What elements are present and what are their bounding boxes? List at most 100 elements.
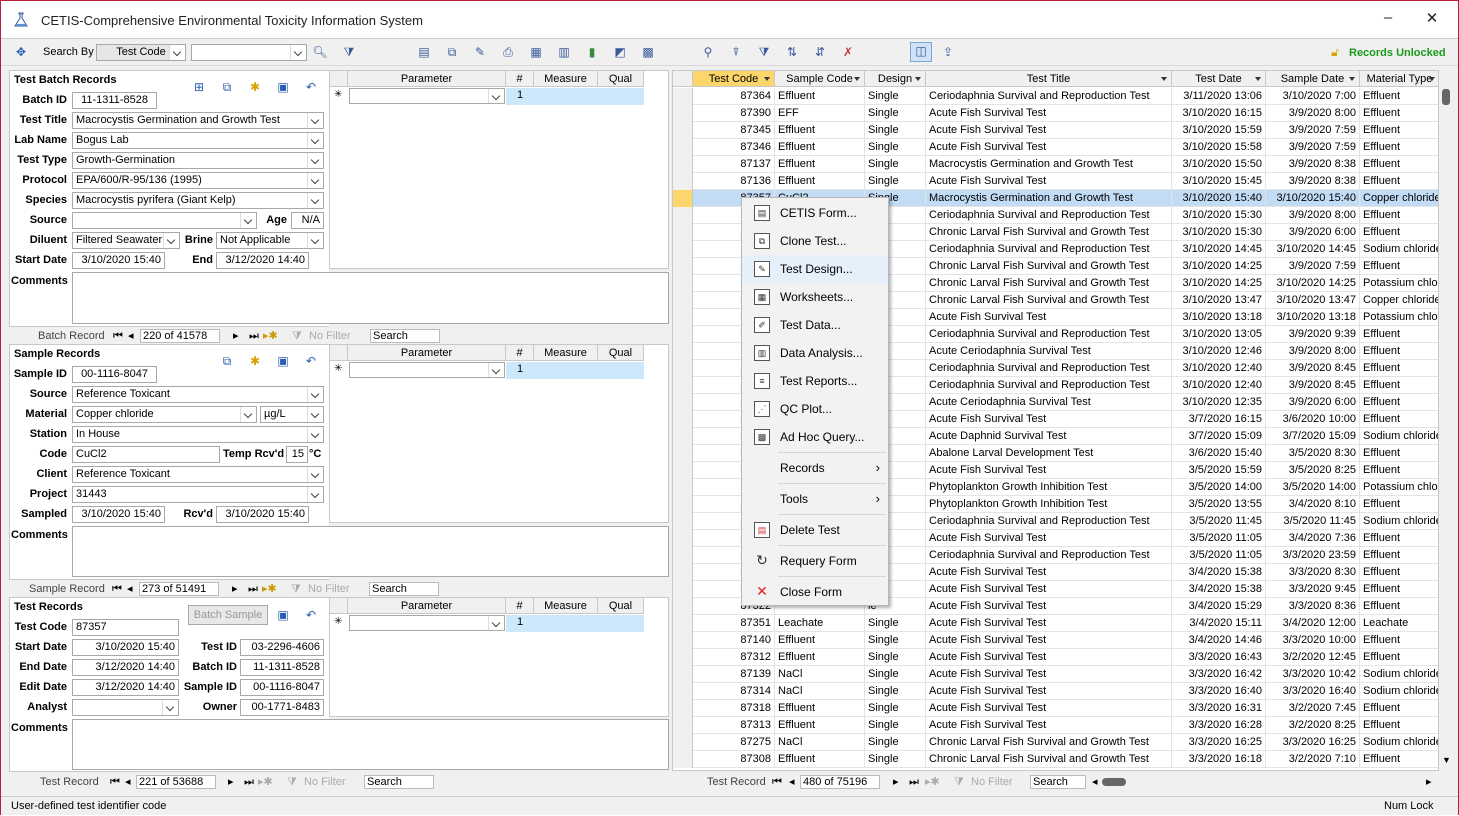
test-date-cell[interactable]: 3/7/2020 15:09 xyxy=(1172,428,1266,445)
sample-date-cell[interactable]: 3/3/2020 8:30 xyxy=(1266,564,1360,581)
row-selector[interactable] xyxy=(673,513,693,530)
material-type-cell[interactable]: Effluent xyxy=(1360,139,1438,156)
row-selector[interactable] xyxy=(673,258,693,275)
remove-filter-icon[interactable]: ✗ xyxy=(840,44,856,60)
menu-item-worksheets[interactable]: ▦ Worksheets... xyxy=(742,283,888,311)
test-code-cell[interactable]: 87345 xyxy=(693,122,775,139)
test-date-cell[interactable]: 3/10/2020 12:40 xyxy=(1172,360,1266,377)
material-type-cell[interactable]: Effluent xyxy=(1360,598,1438,615)
material-type-cell[interactable]: Effluent xyxy=(1360,224,1438,241)
new-row[interactable]: 1 xyxy=(506,362,644,379)
test-date-cell[interactable]: 3/10/2020 13:47 xyxy=(1172,292,1266,309)
test-date-cell[interactable]: 3/10/2020 15:45 xyxy=(1172,173,1266,190)
design-cell[interactable]: Single xyxy=(865,632,926,649)
design-cell[interactable]: Single xyxy=(865,88,926,105)
test-date-cell[interactable]: 3/5/2020 11:45 xyxy=(1172,513,1266,530)
code-field[interactable]: CuCl2 xyxy=(72,446,220,463)
material-type-column-header[interactable]: Material Type xyxy=(1360,71,1438,87)
material-type-cell[interactable]: Effluent xyxy=(1360,258,1438,275)
design-icon[interactable]: ✎ xyxy=(472,44,488,60)
material-type-cell[interactable]: Effluent xyxy=(1360,530,1438,547)
sample-code-column-header[interactable]: Sample Code xyxy=(775,71,865,87)
row-selector[interactable] xyxy=(673,547,693,564)
start-date-field[interactable]: 3/10/2020 15:40 xyxy=(72,252,165,269)
source-select[interactable] xyxy=(72,212,257,229)
test-title-cell[interactable]: Acute Fish Survival Test xyxy=(926,649,1172,666)
sample-date-cell[interactable]: 3/3/2020 8:36 xyxy=(1266,598,1360,615)
sample-date-cell[interactable]: 3/10/2020 13:18 xyxy=(1266,309,1360,326)
row-selector[interactable] xyxy=(673,411,693,428)
client-select[interactable]: Reference Toxicant xyxy=(72,466,324,483)
test-title-cell[interactable]: Acute Fish Survival Test xyxy=(926,309,1172,326)
table-row[interactable]: 87137 Effluent Single Macrocystis Germinati… xyxy=(673,156,1438,173)
test-title-cell[interactable]: Ceriodaphnia Survival and Reproduction T… xyxy=(926,241,1172,258)
scroll-right-icon[interactable]: ▸ xyxy=(1426,774,1432,790)
table-row[interactable]: 87364 Effluent Single Ceriodaphnia Survival… xyxy=(673,88,1438,105)
row-selector[interactable] xyxy=(673,530,693,547)
sample-code-cell[interactable]: Effluent xyxy=(775,649,865,666)
test-title-cell[interactable]: Chronic Larval Fish Survival and Growth … xyxy=(926,275,1172,292)
diluent-select[interactable]: Filtered Seawater xyxy=(72,232,180,249)
row-selector[interactable] xyxy=(673,139,693,156)
row-selector[interactable] xyxy=(673,649,693,666)
table-row[interactable]: 87318 Effluent Single Acute Fish Survival T… xyxy=(673,700,1438,717)
previous-record-button[interactable]: ◂ xyxy=(128,328,134,344)
filter-icon[interactable]: ⧩ xyxy=(341,44,357,60)
undo-sample-icon[interactable]: ↶ xyxy=(303,353,319,369)
row-selector[interactable] xyxy=(673,394,693,411)
material-type-cell[interactable]: Effluent xyxy=(1360,156,1438,173)
test-code-cell[interactable]: 87139 xyxy=(693,666,775,683)
test-date-cell[interactable]: 3/4/2020 15:11 xyxy=(1172,615,1266,632)
last-record-button[interactable]: ⏭ xyxy=(244,774,254,790)
sample-code-cell[interactable]: Effluent xyxy=(775,156,865,173)
test-date-cell[interactable]: 3/4/2020 15:38 xyxy=(1172,564,1266,581)
material-type-cell[interactable]: Effluent xyxy=(1360,751,1438,768)
test-title-cell[interactable]: Chronic Larval Fish Survival and Growth … xyxy=(926,224,1172,241)
row-selector[interactable] xyxy=(673,700,693,717)
test-title-column-header[interactable]: Test Title xyxy=(926,71,1172,87)
test-title-cell[interactable]: Ceriodaphnia Survival and Reproduction T… xyxy=(926,207,1172,224)
design-column-header[interactable]: Design xyxy=(865,71,926,87)
test-date-cell[interactable]: 3/3/2020 16:42 xyxy=(1172,666,1266,683)
new-record-button[interactable]: ▸✱ xyxy=(925,774,940,790)
test-date-cell[interactable]: 3/10/2020 16:15 xyxy=(1172,105,1266,122)
row-selector[interactable] xyxy=(673,105,693,122)
grid-position-field[interactable]: 480 of 75196 xyxy=(800,775,880,789)
test-date-cell[interactable]: 3/3/2020 16:25 xyxy=(1172,734,1266,751)
design-cell[interactable]: Single xyxy=(865,666,926,683)
navigate-icon[interactable]: ✥ xyxy=(13,44,29,60)
row-selector[interactable] xyxy=(673,666,693,683)
menu-item-delete-test[interactable]: ▤ Delete Test xyxy=(742,516,888,544)
test-date-cell[interactable]: 3/10/2020 14:25 xyxy=(1172,275,1266,292)
test-date-cell[interactable]: 3/5/2020 13:55 xyxy=(1172,496,1266,513)
previous-record-button[interactable]: ◂ xyxy=(789,774,795,790)
sample-code-cell[interactable]: Leachate xyxy=(775,615,865,632)
test-code-cell[interactable]: 87390 xyxy=(693,105,775,122)
form-icon[interactable]: ▤ xyxy=(416,44,432,60)
material-type-cell[interactable]: Sodium chloride xyxy=(1360,666,1438,683)
print-icon[interactable]: ⎙ xyxy=(500,44,516,60)
row-selector[interactable] xyxy=(673,224,693,241)
test-date-cell[interactable]: 3/10/2020 15:59 xyxy=(1172,122,1266,139)
material-type-cell[interactable]: Effluent xyxy=(1360,207,1438,224)
parameter-select[interactable] xyxy=(349,88,505,104)
export-icon[interactable]: ⇪ xyxy=(940,44,956,60)
analyst-select[interactable] xyxy=(72,699,179,716)
row-selector[interactable] xyxy=(673,156,693,173)
material-type-cell[interactable]: Sodium chloride xyxy=(1360,241,1438,258)
new-row[interactable]: 1 xyxy=(506,88,644,105)
material-type-cell[interactable]: Effluent xyxy=(1360,462,1438,479)
owner-field[interactable]: 00-1771-8483 xyxy=(240,699,324,716)
sample-date-cell[interactable]: 3/2/2020 12:45 xyxy=(1266,649,1360,666)
test-date-cell[interactable]: 3/5/2020 14:00 xyxy=(1172,479,1266,496)
test-date-cell[interactable]: 3/4/2020 15:38 xyxy=(1172,581,1266,598)
row-selector[interactable] xyxy=(673,683,693,700)
first-record-button[interactable]: ⏮ xyxy=(112,581,122,597)
test-date-cell[interactable]: 3/10/2020 12:46 xyxy=(1172,343,1266,360)
test-date-cell[interactable]: 3/10/2020 15:30 xyxy=(1172,224,1266,241)
row-selector[interactable] xyxy=(673,445,693,462)
design-cell[interactable]: Single xyxy=(865,156,926,173)
test-date-cell[interactable]: 3/10/2020 12:35 xyxy=(1172,394,1266,411)
test-date-cell[interactable]: 3/10/2020 15:40 xyxy=(1172,190,1266,207)
test-type-select[interactable]: Growth-Germination xyxy=(72,152,324,169)
